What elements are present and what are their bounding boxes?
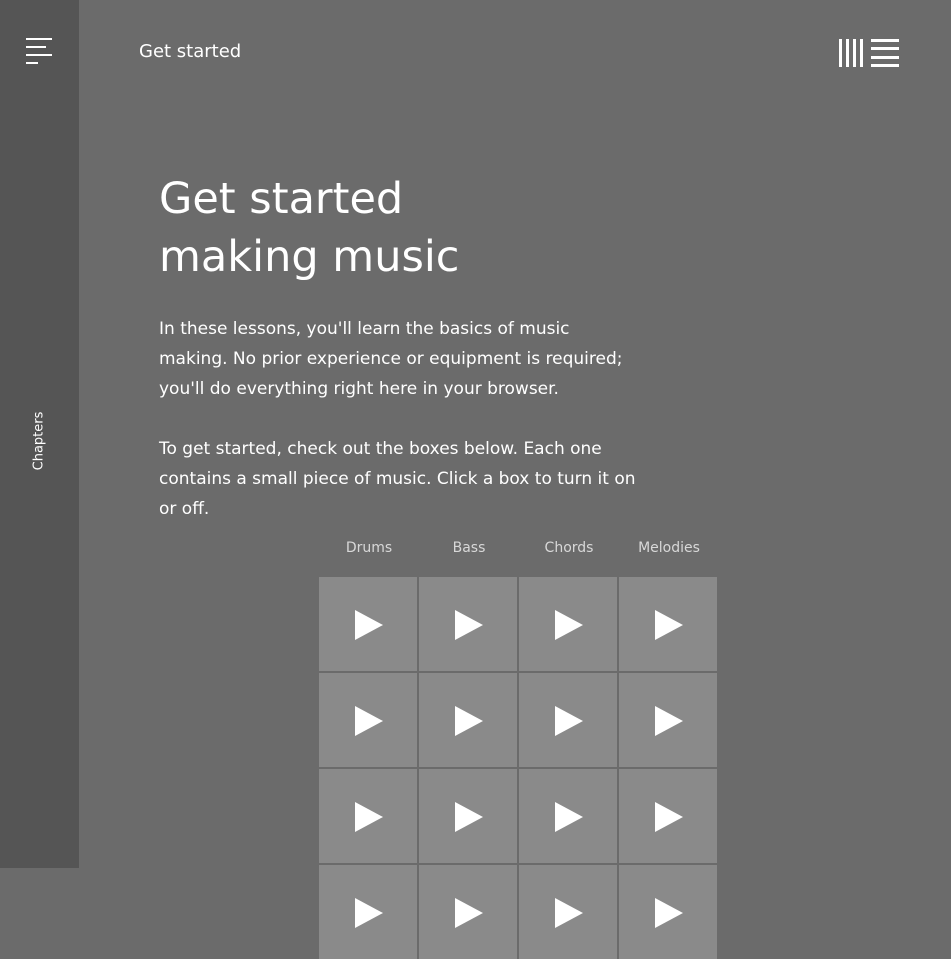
clip-cell-melodies-4[interactable] <box>619 865 717 959</box>
play-icon <box>355 610 383 640</box>
play-icon <box>555 802 583 832</box>
column-header-melodies: Melodies <box>638 540 700 556</box>
clip-cell-drums-4[interactable] <box>319 865 417 959</box>
play-icon <box>655 706 683 736</box>
clip-cell-drums-2[interactable] <box>319 673 417 767</box>
column-header-bass: Bass <box>452 540 486 556</box>
play-icon <box>355 802 383 832</box>
play-icon <box>655 610 683 640</box>
ableton-logo-icon[interactable] <box>839 39 899 67</box>
play-icon <box>455 802 483 832</box>
clip-cell-drums-3[interactable] <box>319 769 417 863</box>
play-icon <box>655 802 683 832</box>
page-title-line-2: making music <box>159 232 460 282</box>
play-icon <box>555 898 583 928</box>
clip-cell-melodies-1[interactable] <box>619 577 717 671</box>
play-icon <box>555 610 583 640</box>
play-icon <box>455 706 483 736</box>
clip-cell-chords-4[interactable] <box>519 865 617 959</box>
sidebar: Chapters <box>0 0 79 868</box>
page-title-line-1: Get started <box>159 174 404 224</box>
main-content: Get started Get started making music In … <box>79 0 951 959</box>
clip-cell-bass-2[interactable] <box>419 673 517 767</box>
chapters-toggle[interactable]: Chapters <box>32 412 47 471</box>
play-icon <box>355 706 383 736</box>
column-header-chords: Chords <box>544 540 594 556</box>
clip-cell-bass-1[interactable] <box>419 577 517 671</box>
play-icon <box>355 898 383 928</box>
clip-cell-chords-2[interactable] <box>519 673 617 767</box>
clip-cell-chords-1[interactable] <box>519 577 617 671</box>
intro-paragraph: In these lessons, you'll learn the basic… <box>159 319 623 399</box>
clip-cell-bass-3[interactable] <box>419 769 517 863</box>
clip-cell-bass-4[interactable] <box>419 865 517 959</box>
grid-column-headers: Drums Bass Chords Melodies <box>319 540 719 556</box>
play-icon <box>455 610 483 640</box>
header-title-link[interactable]: Get started <box>139 41 241 62</box>
hamburger-menu-icon[interactable] <box>26 38 52 66</box>
column-header-drums: Drums <box>345 540 393 556</box>
clip-cell-chords-3[interactable] <box>519 769 617 863</box>
play-icon <box>555 706 583 736</box>
play-icon <box>655 898 683 928</box>
instructions-paragraph: To get started, check out the boxes belo… <box>159 439 636 519</box>
clip-cell-melodies-3[interactable] <box>619 769 717 863</box>
page-title: Get started making music <box>159 170 659 286</box>
clip-cell-melodies-2[interactable] <box>619 673 717 767</box>
play-icon <box>455 898 483 928</box>
clip-cell-drums-1[interactable] <box>319 577 417 671</box>
